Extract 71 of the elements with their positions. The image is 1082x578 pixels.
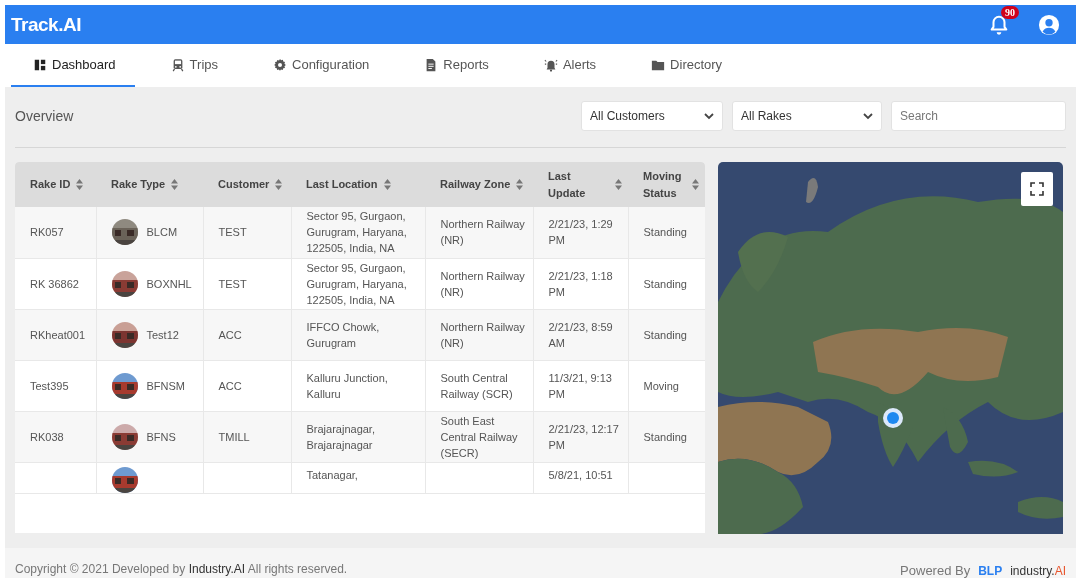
section-title: Overview: [15, 108, 74, 124]
table-cell: 11/3/21, 9:13 PM: [548, 371, 612, 400]
company-logo: industry.AI: [1010, 563, 1066, 578]
table-cell: Northern Railway (NR): [440, 218, 525, 247]
table-cell: Sector 95, Gurgaon, Gurugram, Haryana, 122505, India, NA: [306, 261, 407, 306]
user-avatar-icon: [1038, 13, 1060, 36]
nav-tab[interactable]: Reports: [402, 44, 508, 87]
partner-logo: BLP: [978, 563, 1003, 578]
table-cell-text: BLCM: [146, 225, 178, 241]
table-cell: TEST: [218, 226, 247, 239]
table-cell: Standing: [643, 430, 687, 443]
table-cell: 2/21/23, 8:59 AM: [548, 320, 613, 349]
alarm-bell-icon: [543, 57, 558, 72]
table-cell: Standing: [643, 226, 687, 239]
column-header[interactable]: Rake ID: [30, 176, 71, 193]
table-cell: ACC: [218, 379, 242, 392]
search-field[interactable]: Search: [891, 101, 1066, 131]
chevron-down-icon: [863, 112, 873, 120]
column-header[interactable]: Rake Type: [111, 176, 166, 193]
nav-tab[interactable]: Directory: [629, 44, 742, 87]
table-cell: 2/21/23, 1:29 PM: [548, 218, 613, 247]
sort-icon: [275, 179, 283, 190]
table-cell: IFFCO Chowk, Gurugram: [306, 320, 380, 349]
table-cell-text: BFNSM: [146, 378, 185, 394]
nav-tab[interactable]: Trips: [148, 44, 237, 87]
fullscreen-button[interactable]: [1021, 172, 1053, 206]
table-cell-text: BFNS: [146, 429, 176, 445]
sort-icon: [516, 179, 524, 190]
train-icon: [170, 57, 185, 72]
table-cell: South Central Railway (SCR): [440, 371, 513, 400]
table-cell: Northern Railway (NR): [440, 320, 525, 349]
sort-icon: [615, 179, 622, 190]
table-cell-text: Test12: [146, 327, 179, 343]
sort-icon: [76, 179, 84, 190]
sort-icon: [171, 179, 179, 190]
table-cell: Standing: [643, 277, 687, 290]
table-cell: RK038: [30, 430, 64, 443]
table-cell: Northern Railway (NR): [440, 269, 525, 298]
map-marker-icon: [882, 407, 904, 429]
table-cell: 5/8/21, 10:51: [548, 468, 613, 481]
gear-icon: [273, 57, 287, 72]
table-cell: Standing: [643, 328, 687, 341]
dashboard-icon: [33, 57, 47, 72]
table-cell: 2/21/23, 12:17 PM: [548, 422, 619, 451]
notification-badge: 90: [1001, 5, 1019, 19]
sort-icon: [692, 179, 699, 190]
table-cell: South East Central Railway (SECR): [440, 414, 518, 459]
table-cell: TMILL: [218, 430, 250, 443]
filter-dropdown[interactable]: All Rakes: [732, 101, 882, 131]
powered-by-label: Powered By: [900, 563, 971, 578]
table-cell: Sector 95, Gurgaon, Gurugram, Haryana, 122505, India, NA: [306, 210, 407, 255]
table-cell-text: BOXNHL: [146, 276, 192, 292]
nav-tab[interactable]: Alerts: [521, 44, 616, 87]
table-cell: Moving: [643, 379, 679, 392]
table-cell: Tatanagar,: [306, 468, 358, 481]
copyright-text: Copyright © 2021 Developed by Industry.AI All rights reserved.: [15, 562, 348, 578]
table-cell: Kalluru Junction, Kalluru: [306, 371, 388, 400]
table-cell: RK 36862: [30, 277, 79, 290]
table-cell: 2/21/23, 1:18 PM: [548, 269, 613, 298]
table-cell: RK057: [30, 226, 64, 239]
fullscreen-icon: [1030, 182, 1044, 196]
table-cell: TEST: [218, 277, 247, 290]
chevron-down-icon: [704, 112, 714, 120]
table-cell: Test395: [30, 379, 69, 392]
brand-logo: Track.AI: [11, 13, 81, 36]
table-cell: Brajarajnagar, Brajarajnagar: [306, 422, 375, 451]
nav-tab[interactable]: Configuration: [251, 44, 389, 87]
table-cell: ACC: [218, 328, 242, 341]
table-cell: RKheat001: [30, 328, 86, 341]
filter-dropdown[interactable]: All Customers: [581, 101, 723, 131]
sort-icon: [383, 179, 391, 190]
